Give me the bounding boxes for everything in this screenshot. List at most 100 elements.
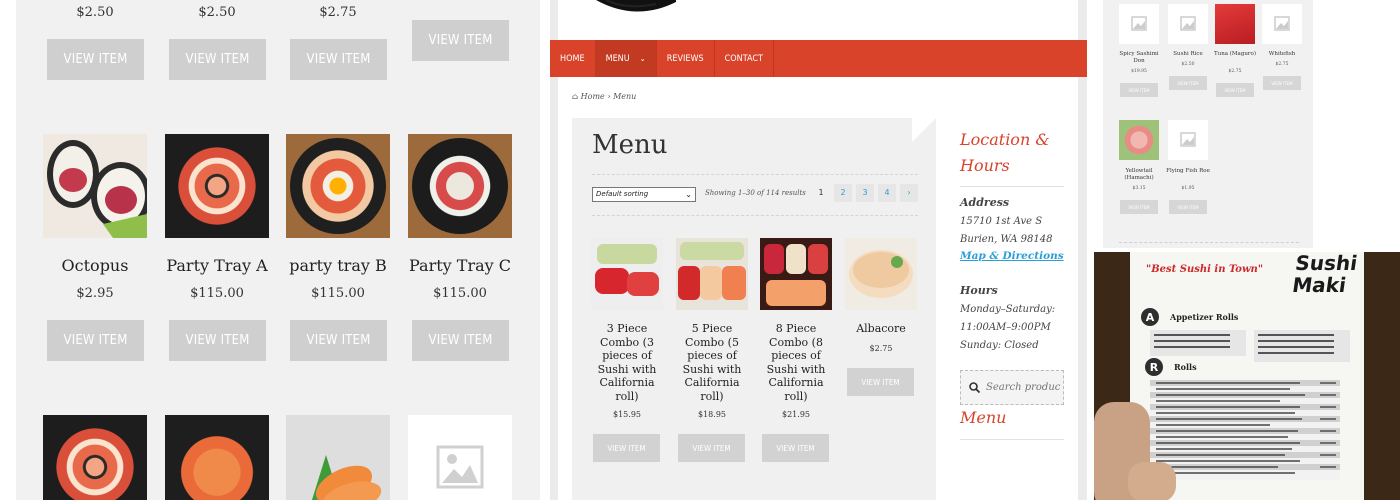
menu-photo: "Best Sushi in Town" Sushi Maki A Appeti…	[1094, 252, 1400, 500]
product-price: $2.75	[319, 5, 357, 20]
product-title[interactable]: 3 Piece Combo (3 pieces of Sushi with Ca…	[587, 322, 667, 403]
view-item-button[interactable]: VIEW ITEM	[412, 320, 509, 361]
nav-item-home[interactable]: HOME	[550, 40, 596, 77]
page-link[interactable]: 2	[834, 184, 852, 202]
product-image[interactable]	[286, 415, 390, 500]
hand	[1128, 462, 1176, 500]
view-item-button[interactable]: VIEW ITEM	[47, 320, 144, 361]
section-marker: R	[1145, 358, 1163, 376]
search-box[interactable]	[960, 370, 1064, 405]
view-item-button[interactable]: VIEW ITEM	[169, 39, 266, 80]
breadcrumb-home[interactable]: Home	[581, 92, 605, 101]
search-input[interactable]	[986, 382, 1061, 393]
product-title[interactable]: 8 Piece Combo (8 pieces of Sushi with Ca…	[756, 322, 836, 403]
view-item-button[interactable]: VIEW ITEM	[290, 39, 387, 80]
image-placeholder-icon	[1180, 132, 1196, 147]
product-image-party-tray-c[interactable]	[408, 134, 512, 238]
product-image-placeholder[interactable]	[408, 415, 512, 500]
divider	[592, 174, 918, 175]
nav-label: HOME	[560, 53, 585, 64]
product-image-albacore[interactable]	[845, 238, 917, 310]
product-image[interactable]	[43, 415, 147, 500]
main-nav: HOME MENU ⌄ REVIEWS CONTACT	[550, 40, 1087, 77]
page-body: ⌂ Home › Menu Menu Default sorting ⌄ Sho…	[558, 77, 1078, 500]
product-title[interactable]: Tuna (Maguro)	[1211, 51, 1259, 58]
page-next[interactable]: ›	[900, 184, 918, 202]
view-item-button[interactable]: VIEW ITEM	[169, 320, 266, 361]
view-item-button[interactable]: VIEW ITEM	[593, 434, 660, 462]
product-image-5-piece-combo[interactable]	[676, 238, 748, 310]
view-item-button[interactable]: VIEW ITEM	[1169, 76, 1207, 90]
product-image-placeholder[interactable]	[1168, 4, 1208, 44]
product-image[interactable]	[165, 415, 269, 500]
image-placeholder-icon	[436, 445, 484, 489]
image-placeholder-icon	[1131, 16, 1147, 31]
sorting-select[interactable]: Default sorting ⌄	[592, 187, 696, 202]
product-title[interactable]: Party Tray C	[398, 256, 522, 275]
product-image-3-piece-combo[interactable]	[591, 238, 663, 310]
view-item-button[interactable]: VIEW ITEM	[412, 20, 509, 61]
product-image-placeholder[interactable]	[1262, 4, 1302, 44]
product-title[interactable]: Whitefish	[1258, 51, 1306, 58]
product-title[interactable]: Spicy Sashimi Don	[1115, 51, 1163, 65]
product-image-party-tray-a[interactable]	[165, 134, 269, 238]
view-item-button[interactable]: VIEW ITEM	[1216, 83, 1254, 97]
product-price: $2.75	[1275, 62, 1289, 67]
address-line: Burien, WA 98148	[960, 234, 1053, 245]
home-icon: ⌂	[572, 92, 579, 101]
hours-line: 11:00AM–9:00PM	[960, 322, 1051, 333]
product-title[interactable]: Yellowtail (Hamachi)	[1115, 168, 1163, 182]
nav-item-contact[interactable]: CONTACT	[715, 40, 774, 77]
page-current: 1	[812, 184, 830, 202]
view-item-button[interactable]: VIEW ITEM	[1169, 200, 1207, 214]
view-item-button[interactable]: VIEW ITEM	[762, 434, 829, 462]
product-image-yellowtail[interactable]	[1119, 120, 1159, 160]
product-image-tuna[interactable]	[1215, 4, 1255, 44]
product-price: $18.95	[698, 410, 726, 419]
view-item-button[interactable]: VIEW ITEM	[847, 368, 914, 396]
page-link[interactable]: 3	[856, 184, 874, 202]
product-image-placeholder[interactable]	[1168, 120, 1208, 160]
nav-item-menu[interactable]: MENU ⌄	[595, 40, 657, 77]
nav-item-reviews[interactable]: REVIEWS	[657, 40, 715, 77]
product-image-8-piece-combo[interactable]	[760, 238, 832, 310]
product-title[interactable]: Octopus	[33, 256, 157, 275]
product-price: $3.15	[1132, 186, 1146, 191]
view-item-button[interactable]: VIEW ITEM	[1263, 76, 1301, 90]
view-item-button[interactable]: VIEW ITEM	[1120, 200, 1158, 214]
product-image-party-tray-b[interactable]	[286, 134, 390, 238]
left-shop-panel: $2.50 $2.50 $2.75 VIEW ITEM VIEW ITEM VI…	[16, 0, 540, 500]
view-item-button[interactable]: VIEW ITEM	[47, 39, 144, 80]
product-price: $115.00	[311, 286, 365, 301]
product-title[interactable]: party tray B	[276, 256, 400, 275]
chevron-down-icon: ⌄	[685, 190, 692, 199]
result-count: Showing 1–30 of 114 results	[705, 189, 806, 197]
product-price: $2.75	[1228, 69, 1242, 74]
directions-link[interactable]: Map & Directions	[960, 250, 1064, 262]
address-line: 15710 1st Ave S	[960, 216, 1043, 227]
page-link[interactable]: 4	[878, 184, 896, 202]
product-price: $19.95	[1131, 69, 1147, 74]
product-price: $2.50	[76, 5, 114, 20]
product-image-octopus[interactable]	[43, 134, 147, 238]
image-placeholder-icon	[1180, 16, 1196, 31]
hours-label: Hours	[960, 284, 998, 297]
breadcrumb-separator: ›	[607, 92, 611, 101]
nav-label: REVIEWS	[666, 53, 704, 64]
product-title[interactable]: Albacore	[841, 322, 921, 336]
product-title[interactable]: 5 Piece Combo (5 pieces of Sushi with Ca…	[672, 322, 752, 403]
product-price: $1.95	[1181, 186, 1195, 191]
divider	[960, 439, 1064, 440]
view-item-button[interactable]: VIEW ITEM	[678, 434, 745, 462]
divider	[592, 215, 918, 216]
location-heading: Location & Hours	[960, 130, 1050, 175]
view-item-button[interactable]: VIEW ITEM	[290, 320, 387, 361]
product-title[interactable]: Flying Fish Roe	[1164, 168, 1212, 175]
product-image-placeholder[interactable]	[1119, 4, 1159, 44]
sorting-value: Default sorting	[596, 190, 649, 198]
product-price: $115.00	[190, 286, 244, 301]
product-title[interactable]: Sushi Rice	[1164, 51, 1212, 58]
product-title[interactable]: Party Tray A	[155, 256, 279, 275]
brand-logo	[596, 0, 676, 12]
view-item-button[interactable]: VIEW ITEM	[1120, 83, 1158, 97]
